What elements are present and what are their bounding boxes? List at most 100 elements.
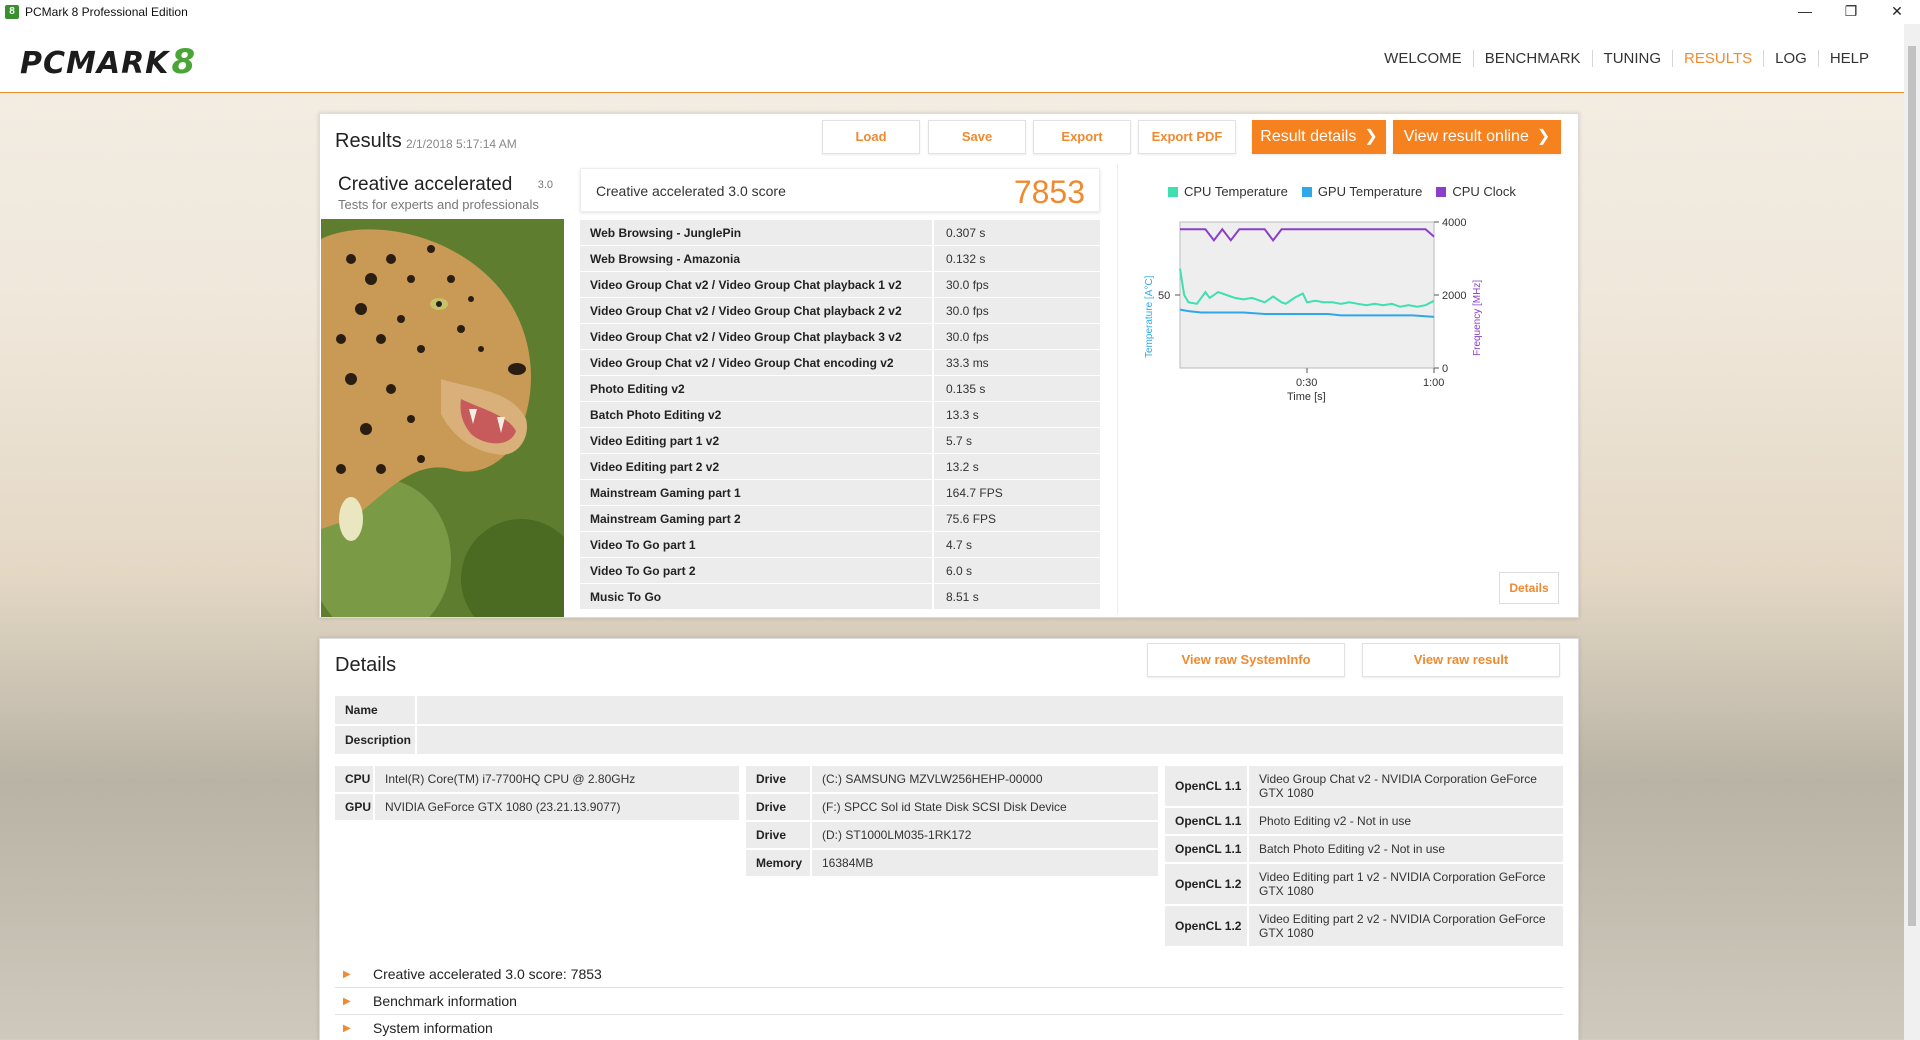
result-test-name: Video Group Chat v2 / Video Group Chat p…	[580, 324, 934, 350]
export-button[interactable]: Export	[1033, 120, 1131, 154]
detail-key: Drive	[746, 794, 812, 820]
nav-log[interactable]: LOG	[1763, 50, 1818, 67]
detail-value: 16384MB	[812, 850, 1158, 876]
expand-arrow-icon[interactable]: ▶	[343, 996, 355, 1007]
minimize-icon[interactable]: —	[1782, 0, 1828, 24]
expand-arrow-icon[interactable]: ▶	[343, 969, 355, 980]
export-pdf-button[interactable]: Export PDF	[1138, 120, 1236, 154]
result-row: Web Browsing - JunglePin 0.307 s	[580, 220, 1100, 246]
result-test-value: 6.0 s	[934, 558, 1100, 584]
expander-2[interactable]: ▶ System information	[335, 1015, 1563, 1040]
nav-tuning[interactable]: TUNING	[1591, 50, 1673, 67]
result-row: Web Browsing - Amazonia 0.132 s	[580, 246, 1100, 272]
leopard-illustration	[321, 219, 564, 617]
result-test-name: Web Browsing - Amazonia	[580, 246, 934, 272]
detail-key: OpenCL 1.2	[1165, 906, 1249, 946]
result-row: Video To Go part 1 4.7 s	[580, 532, 1100, 558]
detail-row: Drive (C:) SAMSUNG MZVLW256HEHP-00000	[746, 766, 1158, 792]
result-test-name: Video To Go part 1	[580, 532, 934, 558]
nav-benchmark[interactable]: BENCHMARK	[1472, 50, 1592, 67]
pcmark-logo: PCMARK8	[20, 42, 196, 82]
view-raw-systeminfo-button[interactable]: View raw SystemInfo	[1147, 643, 1345, 677]
app-icon: 8	[5, 5, 19, 19]
expander-label: Creative accelerated 3.0 score: 7853	[373, 966, 602, 982]
result-test-value: 164.7 FPS	[934, 480, 1100, 506]
detail-key: Drive	[746, 822, 812, 848]
restore-icon[interactable]: ❐	[1828, 0, 1874, 24]
expand-arrow-icon[interactable]: ▶	[343, 1023, 355, 1034]
details-panel: Details View raw SystemInfo View raw res…	[319, 638, 1579, 1040]
detail-row: OpenCL 1.1 Photo Editing v2 - Not in use	[1165, 808, 1563, 834]
result-test-name: Video Group Chat v2 / Video Group Chat p…	[580, 298, 934, 324]
result-details-label: Result details	[1260, 128, 1357, 145]
vertical-scrollbar[interactable]	[1904, 24, 1920, 1040]
nav-welcome[interactable]: WELCOME	[1373, 50, 1473, 67]
x-tick-label: 0:30	[1296, 377, 1317, 389]
result-test-value: 30.0 fps	[934, 298, 1100, 324]
y-right-axis-label: Frequency [MHz]	[1472, 280, 1483, 356]
result-test-name: Video To Go part 2	[580, 558, 934, 584]
result-test-value: 8.51 s	[934, 584, 1100, 610]
result-test-value: 30.0 fps	[934, 272, 1100, 298]
y-left-axis-label: Temperature [A°C]	[1144, 275, 1155, 358]
right-tick-label: 2000	[1442, 290, 1466, 302]
legend-item-gpu-temperature: GPU Temperature	[1301, 184, 1422, 199]
view-raw-result-button[interactable]: View raw result	[1362, 643, 1560, 677]
load-button[interactable]: Load	[822, 120, 920, 154]
close-icon[interactable]: ✕	[1874, 0, 1920, 24]
result-test-name: Video Group Chat v2 / Video Group Chat p…	[580, 272, 934, 298]
result-test-value: 30.0 fps	[934, 324, 1100, 350]
score-box: Creative accelerated 3.0 score 7853	[580, 168, 1100, 212]
expander-label: Benchmark information	[373, 993, 517, 1009]
detail-value: NVIDIA GeForce GTX 1080 (23.21.13.9077)	[375, 794, 739, 820]
detail-value: (D:) ST1000LM035-1RK172	[812, 822, 1158, 848]
detail-value: Video Editing part 1 v2 - NVIDIA Corpora…	[1249, 864, 1563, 904]
result-row: Video To Go part 2 6.0 s	[580, 558, 1100, 584]
window-title: PCMark 8 Professional Edition	[25, 5, 188, 19]
detail-row: OpenCL 1.1 Video Group Chat v2 - NVIDIA C…	[1165, 766, 1563, 806]
result-test-name: Mainstream Gaming part 1	[580, 480, 934, 506]
detail-key: GPU	[335, 794, 375, 820]
expander-0[interactable]: ▶ Creative accelerated 3.0 score: 7853	[335, 961, 1563, 988]
benchmark-name: Creative accelerated	[338, 174, 513, 195]
results-panel: Results 2/1/2018 5:17:14 AM Load Save Ex…	[319, 113, 1579, 618]
result-row: Mainstream Gaming part 2 75.6 FPS	[580, 506, 1100, 532]
result-row: Video Editing part 2 v2 13.2 s	[580, 454, 1100, 480]
result-test-name: Video Group Chat v2 / Video Group Chat e…	[580, 350, 934, 376]
score-value: 7853	[1013, 174, 1085, 210]
detail-key: OpenCL 1.1	[1165, 808, 1249, 834]
detail-key: Drive	[746, 766, 812, 792]
right-tick-label: 4000	[1442, 217, 1466, 229]
monitoring-chart: CPU Temperature GPU Temperature CPU Cloc…	[1117, 164, 1575, 614]
result-row: Video Editing part 1 v2 5.7 s	[580, 428, 1100, 454]
nav-results[interactable]: RESULTS	[1672, 50, 1763, 67]
results-date: 2/1/2018 5:17:14 AM	[406, 137, 517, 151]
name-description-table: Name Description	[335, 696, 1563, 756]
results-title: Results	[335, 130, 402, 152]
result-test-name: Video Editing part 1 v2	[580, 428, 934, 454]
logo-mark: 8	[171, 42, 197, 82]
hardware-column: CPU Intel(R) Core(TM) i7-7700HQ CPU @ 2.8…	[335, 766, 739, 822]
detail-value: Intel(R) Core(TM) i7-7700HQ CPU @ 2.80GH…	[375, 766, 739, 792]
result-test-name: Mainstream Gaming part 2	[580, 506, 934, 532]
main-nav: WELCOME BENCHMARK TUNING RESULTS LOG HEL…	[1373, 50, 1880, 67]
description-label: Description	[335, 726, 417, 754]
logo-text: PCMARK	[20, 46, 170, 81]
result-row: Mainstream Gaming part 1 164.7 FPS	[580, 480, 1100, 506]
result-details-button[interactable]: Result details ❯	[1252, 120, 1386, 154]
result-test-value: 13.3 s	[934, 402, 1100, 428]
expander-1[interactable]: ▶ Benchmark information	[335, 988, 1563, 1015]
chart-details-button[interactable]: Details	[1499, 572, 1559, 604]
result-test-value: 33.3 ms	[934, 350, 1100, 376]
result-test-value: 75.6 FPS	[934, 506, 1100, 532]
nav-help[interactable]: HELP	[1817, 50, 1880, 67]
legend-swatch	[1301, 186, 1312, 197]
scrollbar-thumb[interactable]	[1908, 46, 1916, 926]
save-button[interactable]: Save	[928, 120, 1026, 154]
view-result-online-button[interactable]: View result online ❯	[1393, 120, 1561, 154]
detail-value: Video Group Chat v2 - NVIDIA Corporation…	[1249, 766, 1563, 806]
result-test-name: Batch Photo Editing v2	[580, 402, 934, 428]
detail-row: GPU NVIDIA GeForce GTX 1080 (23.21.13.907…	[335, 794, 739, 820]
result-row: Music To Go 8.51 s	[580, 584, 1100, 610]
detail-value: (F:) SPCC Sol id State Disk SCSI Disk De…	[812, 794, 1158, 820]
